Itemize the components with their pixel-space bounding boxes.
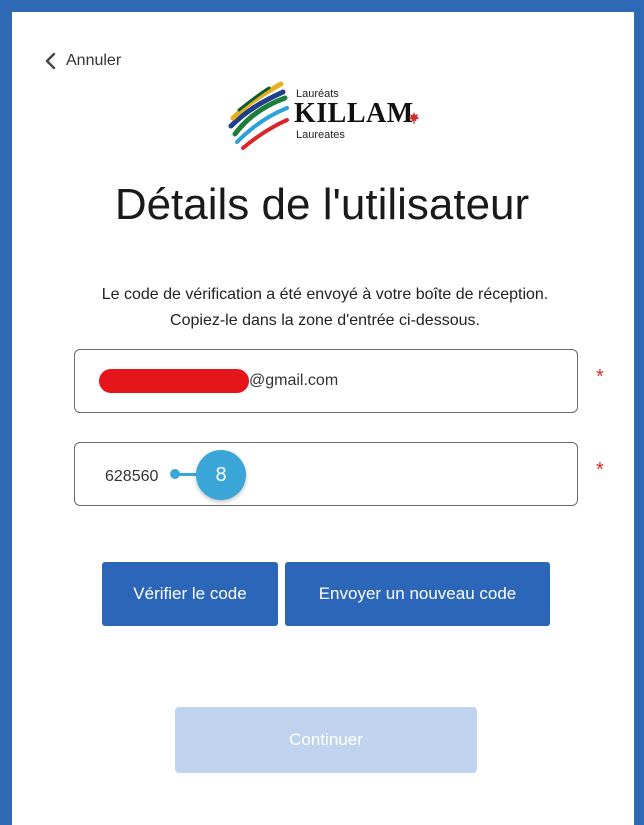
required-marker: * xyxy=(596,366,604,388)
annotation-connector xyxy=(174,473,198,476)
email-suffix: @gmail.com xyxy=(249,372,339,389)
step-number-badge: 8 xyxy=(196,450,246,500)
killam-logo: Lauréats KILLAM Laureates xyxy=(225,76,435,152)
logo-text-laureates: Laureates xyxy=(296,129,345,141)
chevron-left-icon xyxy=(44,52,56,70)
logo-text-killam: KILLAM xyxy=(294,98,414,129)
cancel-label: Annuler xyxy=(66,52,122,69)
verify-code-button[interactable]: Vérifier le code xyxy=(102,562,278,626)
send-new-code-button[interactable]: Envoyer un nouveau code xyxy=(285,562,550,626)
verification-code-field[interactable]: 628560 8 xyxy=(74,442,578,506)
instruction-text: Le code de vérification a été envoyé à v… xyxy=(101,286,549,329)
cancel-link[interactable]: Annuler xyxy=(44,52,121,70)
verification-code-value: 628560 xyxy=(105,468,159,485)
required-marker: * xyxy=(596,459,604,481)
page-title: Détails de l'utilisateur xyxy=(114,180,530,229)
continue-button[interactable]: Continuer xyxy=(175,707,477,773)
redaction-mark xyxy=(99,369,249,393)
killam-swoosh-icon xyxy=(228,81,289,150)
email-field[interactable]: @gmail.com xyxy=(74,349,578,413)
maple-leaf-icon xyxy=(407,111,421,130)
